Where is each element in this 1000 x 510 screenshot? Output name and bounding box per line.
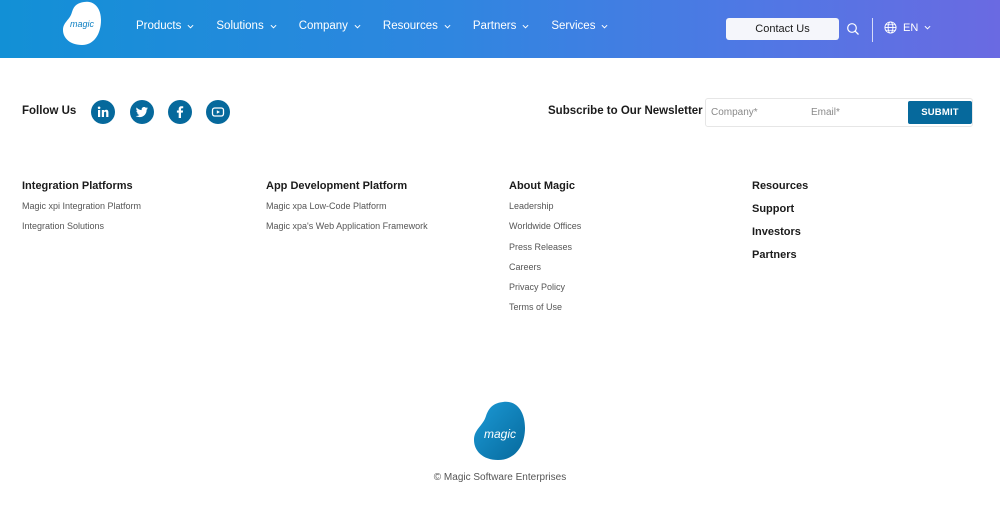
facebook-icon: [176, 106, 184, 118]
footer-col-about: About Magic Leadership Worldwide Offices…: [509, 180, 581, 323]
nav-solutions-label: Solutions: [216, 20, 264, 32]
footer-link[interactable]: Terms of Use: [509, 302, 581, 313]
chevron-down-icon: [924, 25, 931, 30]
footer-link[interactable]: Magic xpi Integration Platform: [22, 201, 141, 212]
logo-text: magic: [70, 19, 95, 29]
footer-link-resources[interactable]: Resources: [752, 180, 808, 192]
footer-link[interactable]: Privacy Policy: [509, 282, 581, 293]
top-header: magic Products Solutions Company Resourc…: [0, 0, 1000, 58]
footer-link[interactable]: Leadership: [509, 201, 581, 212]
nav-services-label: Services: [551, 20, 596, 32]
facebook-link[interactable]: [168, 100, 192, 124]
nav-services[interactable]: Services: [551, 20, 608, 32]
nav-resources-label: Resources: [382, 20, 438, 32]
nav-company-label: Company: [298, 20, 348, 32]
nav-products-label: Products: [136, 20, 182, 32]
language-selector[interactable]: EN: [884, 21, 931, 34]
search-icon[interactable]: [846, 22, 860, 36]
linkedin-link[interactable]: [91, 100, 115, 124]
footer-link-support[interactable]: Support: [752, 203, 808, 215]
copyright-text: © Magic Software Enterprises: [433, 472, 567, 483]
youtube-icon: [211, 107, 225, 117]
header-divider: [872, 18, 873, 42]
footer-link[interactable]: Worldwide Offices: [509, 221, 581, 232]
footer-link[interactable]: Integration Solutions: [22, 221, 141, 232]
chevron-down-icon: [270, 24, 277, 29]
footer-col-appdev: App Development Platform Magic xpa Low-C…: [266, 180, 428, 242]
company-field[interactable]: [711, 99, 806, 126]
contact-us-button[interactable]: Contact Us: [726, 18, 839, 40]
nav-products[interactable]: Products: [136, 20, 194, 32]
footer-logo-text: magic: [484, 427, 516, 441]
footer-link-partners[interactable]: Partners: [752, 249, 808, 261]
nav-company[interactable]: Company: [299, 20, 361, 32]
footer-link[interactable]: Magic xpa Low-Code Platform: [266, 201, 428, 212]
chevron-down-icon: [601, 24, 608, 29]
chevron-down-icon: [444, 24, 451, 29]
main-nav: Products Solutions Company Resources Par…: [136, 20, 630, 32]
submit-button[interactable]: SUBMIT: [908, 101, 972, 124]
linkedin-icon: [97, 106, 109, 117]
chevron-down-icon: [187, 24, 194, 29]
footer-col-integration: Integration Platforms Magic xpi Integrat…: [22, 180, 141, 242]
chevron-down-icon: [354, 24, 361, 29]
chevron-down-icon: [522, 24, 529, 29]
footer-title-about[interactable]: About Magic: [509, 180, 581, 192]
footer-link-investors[interactable]: Investors: [752, 226, 808, 238]
globe-icon: [884, 21, 897, 34]
footer-link[interactable]: Careers: [509, 262, 581, 273]
language-label: EN: [903, 21, 919, 34]
magic-logo[interactable]: magic: [62, 0, 102, 46]
footer-link[interactable]: Press Releases: [509, 242, 581, 253]
footer-link[interactable]: Magic xpa's Web Application Framework: [266, 221, 428, 232]
twitter-icon: [135, 107, 148, 118]
nav-partners[interactable]: Partners: [473, 20, 529, 32]
nav-resources[interactable]: Resources: [383, 20, 451, 32]
footer-col-other: Resources Support Investors Partners: [752, 180, 808, 272]
twitter-link[interactable]: [130, 100, 154, 124]
email-field[interactable]: [811, 99, 909, 126]
youtube-link[interactable]: [206, 100, 230, 124]
nav-solutions[interactable]: Solutions: [216, 20, 277, 32]
follow-us-label: Follow Us: [22, 105, 77, 117]
nav-partners-label: Partners: [472, 20, 517, 32]
magic-logo-footer[interactable]: magic: [471, 400, 527, 462]
newsletter-label: Subscribe to Our Newsletter: [548, 105, 703, 117]
footer-title-integration[interactable]: Integration Platforms: [22, 180, 141, 192]
footer-title-appdev[interactable]: App Development Platform: [266, 180, 428, 192]
newsletter-form: SUBMIT: [705, 98, 973, 127]
